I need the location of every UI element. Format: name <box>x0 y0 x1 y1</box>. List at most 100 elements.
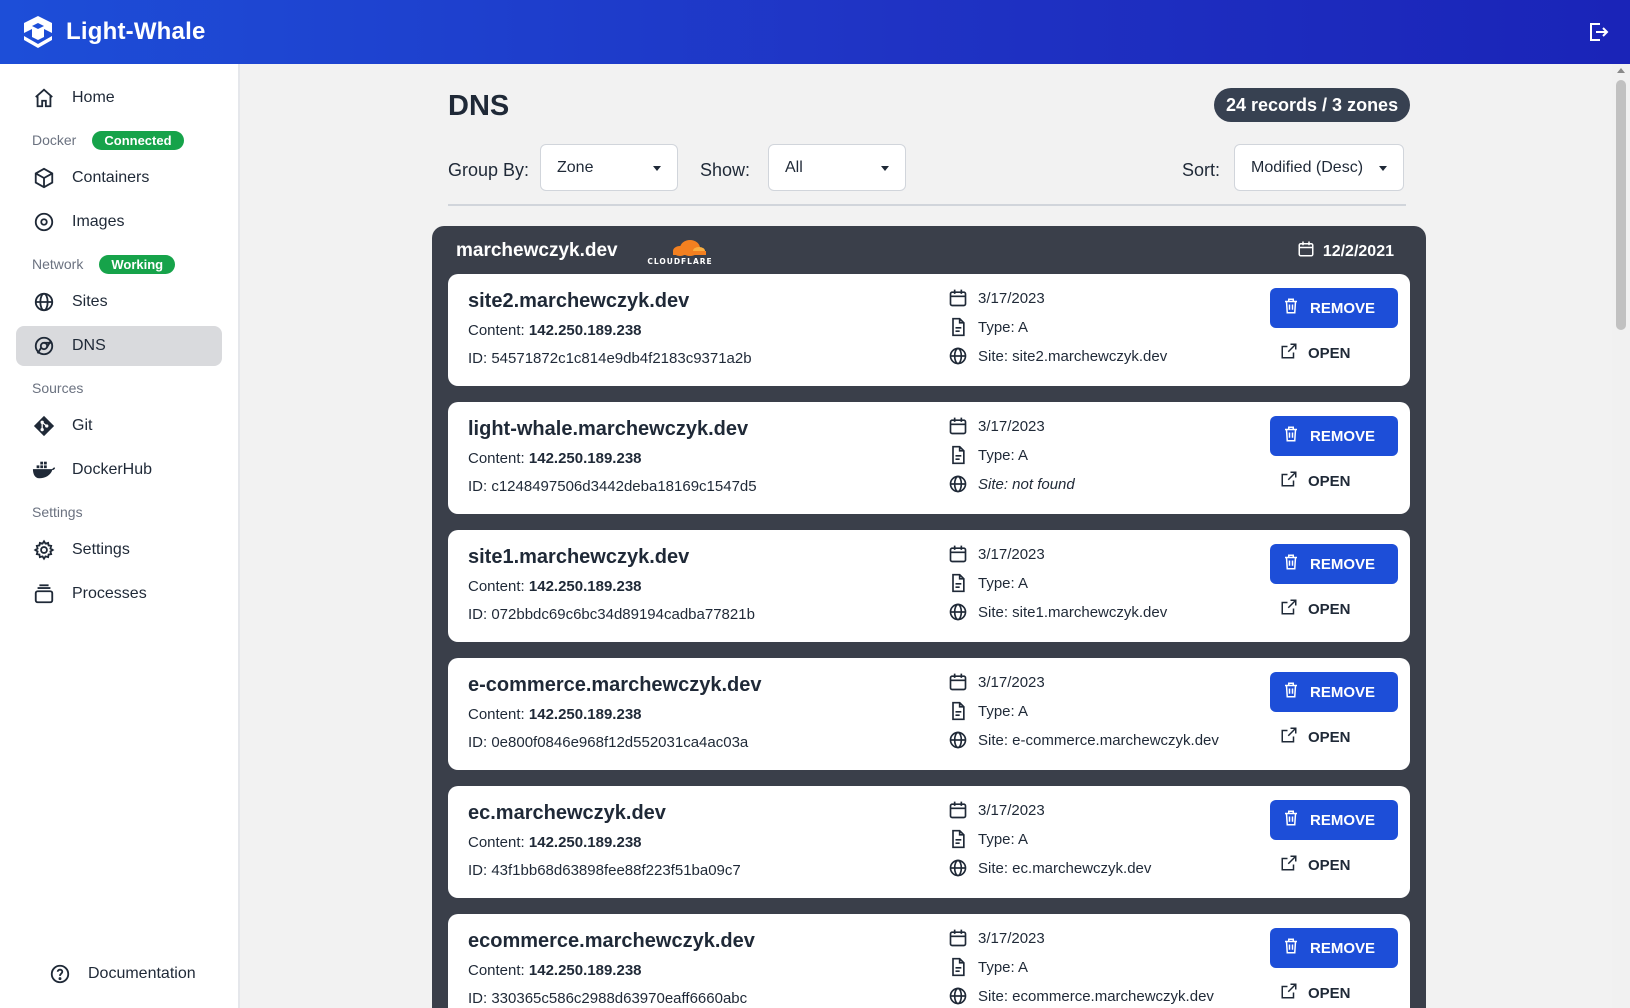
sidebar-item-settings[interactable]: Settings <box>16 530 222 570</box>
trash-icon <box>1282 297 1300 319</box>
open-button[interactable]: OPEN <box>1280 980 1351 1006</box>
scroll-up-arrow-icon[interactable] <box>1617 68 1625 73</box>
filter-bar: Group By: Zone Show: All Sort: Modified … <box>448 144 1406 206</box>
calendar-icon <box>948 416 968 436</box>
stack-icon <box>32 582 56 606</box>
calendar-icon <box>948 800 968 820</box>
content-value: 142.250.189.238 <box>528 322 642 339</box>
content-value: 142.250.189.238 <box>528 962 642 979</box>
sidebar: Home Docker Connected Containers Images … <box>0 64 240 1008</box>
sidebar-item-processes[interactable]: Processes <box>16 574 222 614</box>
sidebar-item-label: DockerHub <box>72 461 153 478</box>
open-button[interactable]: OPEN <box>1280 596 1351 622</box>
record-date-text: 3/17/2023 <box>978 929 1045 947</box>
record-date-text: 3/17/2023 <box>978 673 1045 691</box>
sidebar-item-git[interactable]: Git <box>16 406 222 446</box>
record-type: Type: A <box>948 829 1028 849</box>
external-link-icon <box>1280 854 1298 876</box>
trash-icon <box>1282 937 1300 959</box>
record-type-text: Type: A <box>978 830 1029 848</box>
logout-icon[interactable] <box>1586 20 1610 44</box>
sidebar-item-label: Documentation <box>88 965 196 982</box>
section-network: Network Working <box>16 250 222 278</box>
cloudflare-wordmark: CLOUDFLARE <box>647 257 712 266</box>
open-label: OPEN <box>1308 728 1351 746</box>
open-button[interactable]: OPEN <box>1280 852 1351 878</box>
remove-button[interactable]: REMOVE <box>1270 288 1398 328</box>
globe-icon <box>948 986 968 1006</box>
section-docker: Docker Connected <box>16 126 222 154</box>
remove-button[interactable]: REMOVE <box>1270 928 1398 968</box>
globe-icon <box>948 858 968 878</box>
record-type: Type: A <box>948 573 1028 593</box>
open-button[interactable]: OPEN <box>1280 340 1351 366</box>
record-date: 3/17/2023 <box>948 672 1045 692</box>
document-icon <box>948 573 968 593</box>
sidebar-item-label: Sites <box>72 293 108 310</box>
scrollbar-thumb[interactable] <box>1616 80 1626 330</box>
globe-icon <box>32 290 56 314</box>
show-select[interactable]: All <box>768 144 906 191</box>
select-value: Modified (Desc) <box>1251 158 1364 176</box>
sort-select[interactable]: Modified (Desc) <box>1234 144 1404 191</box>
open-button[interactable]: OPEN <box>1280 468 1351 494</box>
sidebar-item-home[interactable]: Home <box>16 78 222 118</box>
record-content: Content: 142.250.189.238 <box>468 450 642 467</box>
remove-button[interactable]: REMOVE <box>1270 800 1398 840</box>
remove-label: REMOVE <box>1310 683 1376 701</box>
sidebar-item-label: Images <box>72 213 125 230</box>
trash-icon <box>1282 809 1300 831</box>
external-link-icon <box>1280 598 1298 620</box>
remove-label: REMOVE <box>1310 427 1376 445</box>
calendar-icon <box>948 544 968 564</box>
open-label: OPEN <box>1308 344 1351 362</box>
sidebar-item-dns[interactable]: DNS <box>16 326 222 366</box>
globe-icon <box>948 730 968 750</box>
record-type-text: Type: A <box>978 574 1029 592</box>
cloudflare-logo: CLOUDFLARE <box>642 236 718 271</box>
record-date: 3/17/2023 <box>948 928 1045 948</box>
trash-icon <box>1282 553 1300 575</box>
record-date: 3/17/2023 <box>948 288 1045 308</box>
sidebar-item-containers[interactable]: Containers <box>16 158 222 198</box>
sidebar-item-dockerhub[interactable]: DockerHub <box>16 450 222 490</box>
content-label: Content: <box>468 834 525 851</box>
sidebar-item-sites[interactable]: Sites <box>16 282 222 322</box>
record-content: Content: 142.250.189.238 <box>468 322 642 339</box>
sidebar-item-label: Git <box>72 417 93 434</box>
section-settings: Settings <box>16 498 222 526</box>
select-value: Zone <box>557 158 594 176</box>
remove-button[interactable]: REMOVE <box>1270 416 1398 456</box>
section-label: Network <box>32 256 84 272</box>
group-by-label: Group By: <box>448 160 530 180</box>
record-site-text: Site: e-commerce.marchewczyk.dev <box>978 731 1219 749</box>
dns-record-card: ec.marchewczyk.dev Content: 142.250.189.2… <box>448 786 1410 898</box>
sidebar-item-label: Settings <box>72 541 130 558</box>
record-site: Site: site2.marchewczyk.dev <box>948 346 1167 366</box>
remove-label: REMOVE <box>1310 811 1376 829</box>
group-by-select[interactable]: Zone <box>540 144 678 191</box>
select-value: All <box>785 158 803 176</box>
gear-icon <box>32 538 56 562</box>
remove-button[interactable]: REMOVE <box>1270 544 1398 584</box>
document-icon <box>948 701 968 721</box>
sidebar-item-documentation[interactable]: Documentation <box>32 954 240 994</box>
dns-record-card: ecommerce.marchewczyk.dev Content: 142.25… <box>448 914 1410 1008</box>
whale-cube-icon <box>24 16 52 48</box>
remove-button[interactable]: REMOVE <box>1270 672 1398 712</box>
document-icon <box>948 829 968 849</box>
record-date-text: 3/17/2023 <box>978 545 1045 563</box>
app-logo[interactable]: Light-Whale <box>20 14 206 50</box>
external-link-icon <box>1280 470 1298 492</box>
sidebar-item-images[interactable]: Images <box>16 202 222 242</box>
open-button[interactable]: OPEN <box>1280 724 1351 750</box>
dns-record-card: e-commerce.marchewczyk.dev Content: 142.2… <box>448 658 1410 770</box>
scrollbar[interactable] <box>1612 64 1630 1008</box>
trash-icon <box>1282 425 1300 447</box>
zone-name: marchewczyk.dev <box>456 240 618 261</box>
document-icon <box>948 957 968 977</box>
content-label: Content: <box>468 962 525 979</box>
cube-icon <box>32 166 56 190</box>
external-link-icon <box>1280 726 1298 748</box>
status-badge: Working <box>99 254 176 274</box>
